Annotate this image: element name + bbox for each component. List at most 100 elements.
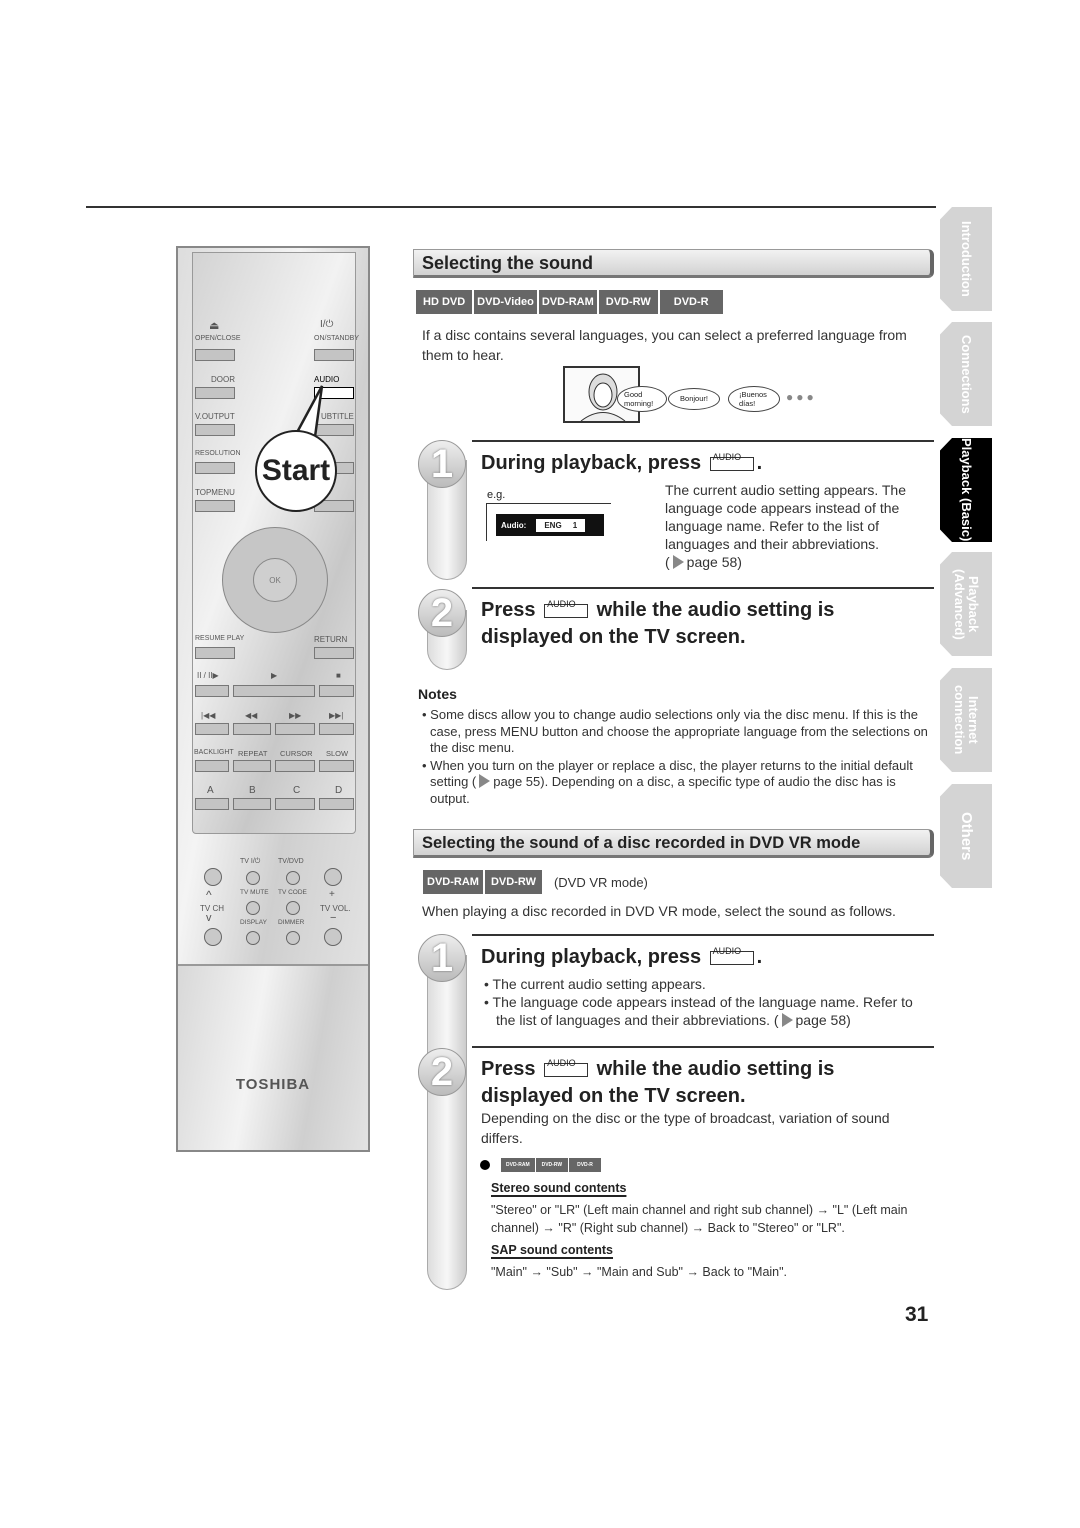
badge-dvd-rw: DVD-RW xyxy=(484,870,542,894)
label-resolution: RESOLUTION xyxy=(195,450,241,457)
tv-vol-up-button[interactable] xyxy=(324,868,342,886)
section-title: Selecting the sound of a disc recorded i… xyxy=(413,829,934,858)
page-ref-arrow-icon xyxy=(479,774,491,788)
step-bullets: • The current audio setting appears. • T… xyxy=(482,975,934,1029)
label-tv-power: TV I/⏻ xyxy=(240,858,261,865)
rewind-button[interactable] xyxy=(233,723,271,735)
tab-playback-advanced[interactable]: Playback (Advanced) xyxy=(940,552,992,656)
badge-hd-dvd: HD DVD xyxy=(416,290,473,314)
open-close-button[interactable] xyxy=(195,349,235,361)
skip-forward-button[interactable] xyxy=(319,723,354,735)
badge-dvd-ram: DVD-RAM xyxy=(501,1158,535,1172)
resolution-button[interactable] xyxy=(195,462,235,474)
page-ref[interactable]: page 58) xyxy=(796,1012,851,1028)
step-description: The current audio setting appears. The l… xyxy=(665,482,907,570)
tv-dvd-button[interactable] xyxy=(286,871,300,885)
step-title: During playback, press AUDIO. xyxy=(472,934,934,979)
speech-bubble: ¡Buenos días! xyxy=(728,386,780,412)
chevron-down-icon: v xyxy=(206,912,212,924)
note-item: • When you turn on the player or replace… xyxy=(422,757,913,806)
tv-mute-button[interactable] xyxy=(246,901,260,915)
step-title-text: Press xyxy=(481,599,536,621)
direction-pad[interactable]: OK xyxy=(222,527,328,633)
return-button[interactable] xyxy=(314,647,354,659)
tab-connections[interactable]: Connections xyxy=(940,322,992,426)
c-button[interactable] xyxy=(275,798,315,810)
ok-button[interactable]: OK xyxy=(253,558,297,602)
tv-vol-down-button[interactable] xyxy=(324,928,342,946)
fast-forward-button[interactable] xyxy=(275,723,315,735)
label-dimmer: DIMMER xyxy=(278,919,305,926)
audio-key-icon: AUDIO xyxy=(544,599,589,618)
on-standby-button[interactable] xyxy=(314,349,354,361)
label-b: B xyxy=(249,785,256,796)
notes-heading: Notes xyxy=(418,686,457,702)
step-title-text: Press xyxy=(481,1058,536,1080)
label-on-standby: ON/STANDBY xyxy=(314,335,359,342)
resume-play-button[interactable] xyxy=(195,647,235,659)
tab-introduction[interactable]: Introduction xyxy=(940,207,992,311)
stereo-heading: Stereo sound contents xyxy=(491,1181,627,1195)
intro-text: When playing a disc recorded in DVD VR m… xyxy=(422,903,896,919)
label-display: DISPLAY xyxy=(240,919,267,926)
slow-button[interactable] xyxy=(319,760,354,772)
key-label: AUDIO xyxy=(712,452,742,462)
dimmer-button[interactable] xyxy=(286,931,300,945)
tab-playback-basic[interactable]: Playback (Basic) xyxy=(940,438,992,542)
repeat-button[interactable] xyxy=(233,760,271,772)
topmenu-button[interactable] xyxy=(195,500,235,512)
label-a: A xyxy=(207,785,214,796)
door-button[interactable] xyxy=(195,387,235,399)
display-button[interactable] xyxy=(246,931,260,945)
pause-step-icon: II / II▶ xyxy=(197,671,219,680)
backlight-button[interactable] xyxy=(195,760,229,772)
b-button[interactable] xyxy=(233,798,271,810)
fast-forward-icon: ▶▶ xyxy=(289,711,302,720)
label-door: DOOR xyxy=(211,375,235,384)
toshiba-logo: TOSHIBA xyxy=(235,1076,311,1093)
disc-badges: DVD-RAM DVD-RW DVD-R xyxy=(480,1158,601,1172)
step-title-text: During playback, press xyxy=(481,946,702,968)
bullet-text: The current audio setting appears. xyxy=(492,976,706,992)
section-title: Selecting the sound xyxy=(413,249,934,278)
page-ref-arrow-icon xyxy=(781,1013,793,1027)
d-button[interactable] xyxy=(319,798,354,810)
key-label: AUDIO xyxy=(547,599,576,609)
badge-dvd-rw: DVD-RW xyxy=(598,290,658,314)
play-button[interactable] xyxy=(233,685,315,697)
v-output-button[interactable] xyxy=(195,424,235,436)
intro-text: If a disc contains several languages, yo… xyxy=(422,327,907,363)
skip-forward-icon: ▶▶| xyxy=(329,711,344,720)
osd-example: Audio: ENG 1 xyxy=(496,514,604,536)
step-title-end: . xyxy=(756,946,763,968)
label-tv-code: TV CODE xyxy=(278,889,307,896)
label-v-output: V.OUTPUT xyxy=(195,412,235,421)
tv-ch-up-button[interactable] xyxy=(204,868,222,886)
stereo-text: "Stereo" or "LR" (Left main channel and … xyxy=(491,1203,908,1235)
sap-heading: SAP sound contents xyxy=(491,1243,614,1257)
step-title-end: . xyxy=(756,452,763,474)
skip-back-icon: |◀◀ xyxy=(201,711,216,720)
a-button[interactable] xyxy=(195,798,229,810)
label-tv-dvd: TV/DVD xyxy=(278,858,304,865)
play-icon: ▶ xyxy=(271,671,278,680)
step-description: Depending on the disc or the type of bro… xyxy=(481,1110,890,1146)
label-repeat: REPEAT xyxy=(238,749,268,758)
stop-button[interactable] xyxy=(319,685,354,697)
skip-back-button[interactable] xyxy=(195,723,229,735)
cursor-button[interactable] xyxy=(275,760,315,772)
tab-others[interactable]: Others xyxy=(940,784,992,888)
note-text: Some discs allow you to change audio sel… xyxy=(430,707,928,755)
step-title-text: During playback, press xyxy=(481,452,702,474)
osd-value: ENG 1 xyxy=(536,518,586,532)
pause-step-button[interactable] xyxy=(195,685,229,697)
audio-key-icon: AUDIO xyxy=(544,1058,589,1077)
tv-power-button[interactable] xyxy=(246,871,260,885)
key-label: AUDIO xyxy=(712,946,742,956)
remote-top-panel: ⏏ I/⏻ OPEN/CLOSE ON/STANDBY DOOR AUDIO V… xyxy=(192,252,359,834)
tab-internet-connection[interactable]: Internet connection xyxy=(940,668,992,772)
page-ref[interactable]: page 58 xyxy=(687,554,738,570)
disc-badges: HD DVD DVD-Video DVD-RAM DVD-RW DVD-R xyxy=(416,290,723,314)
tv-code-button[interactable] xyxy=(286,901,300,915)
tv-ch-down-button[interactable] xyxy=(204,928,222,946)
